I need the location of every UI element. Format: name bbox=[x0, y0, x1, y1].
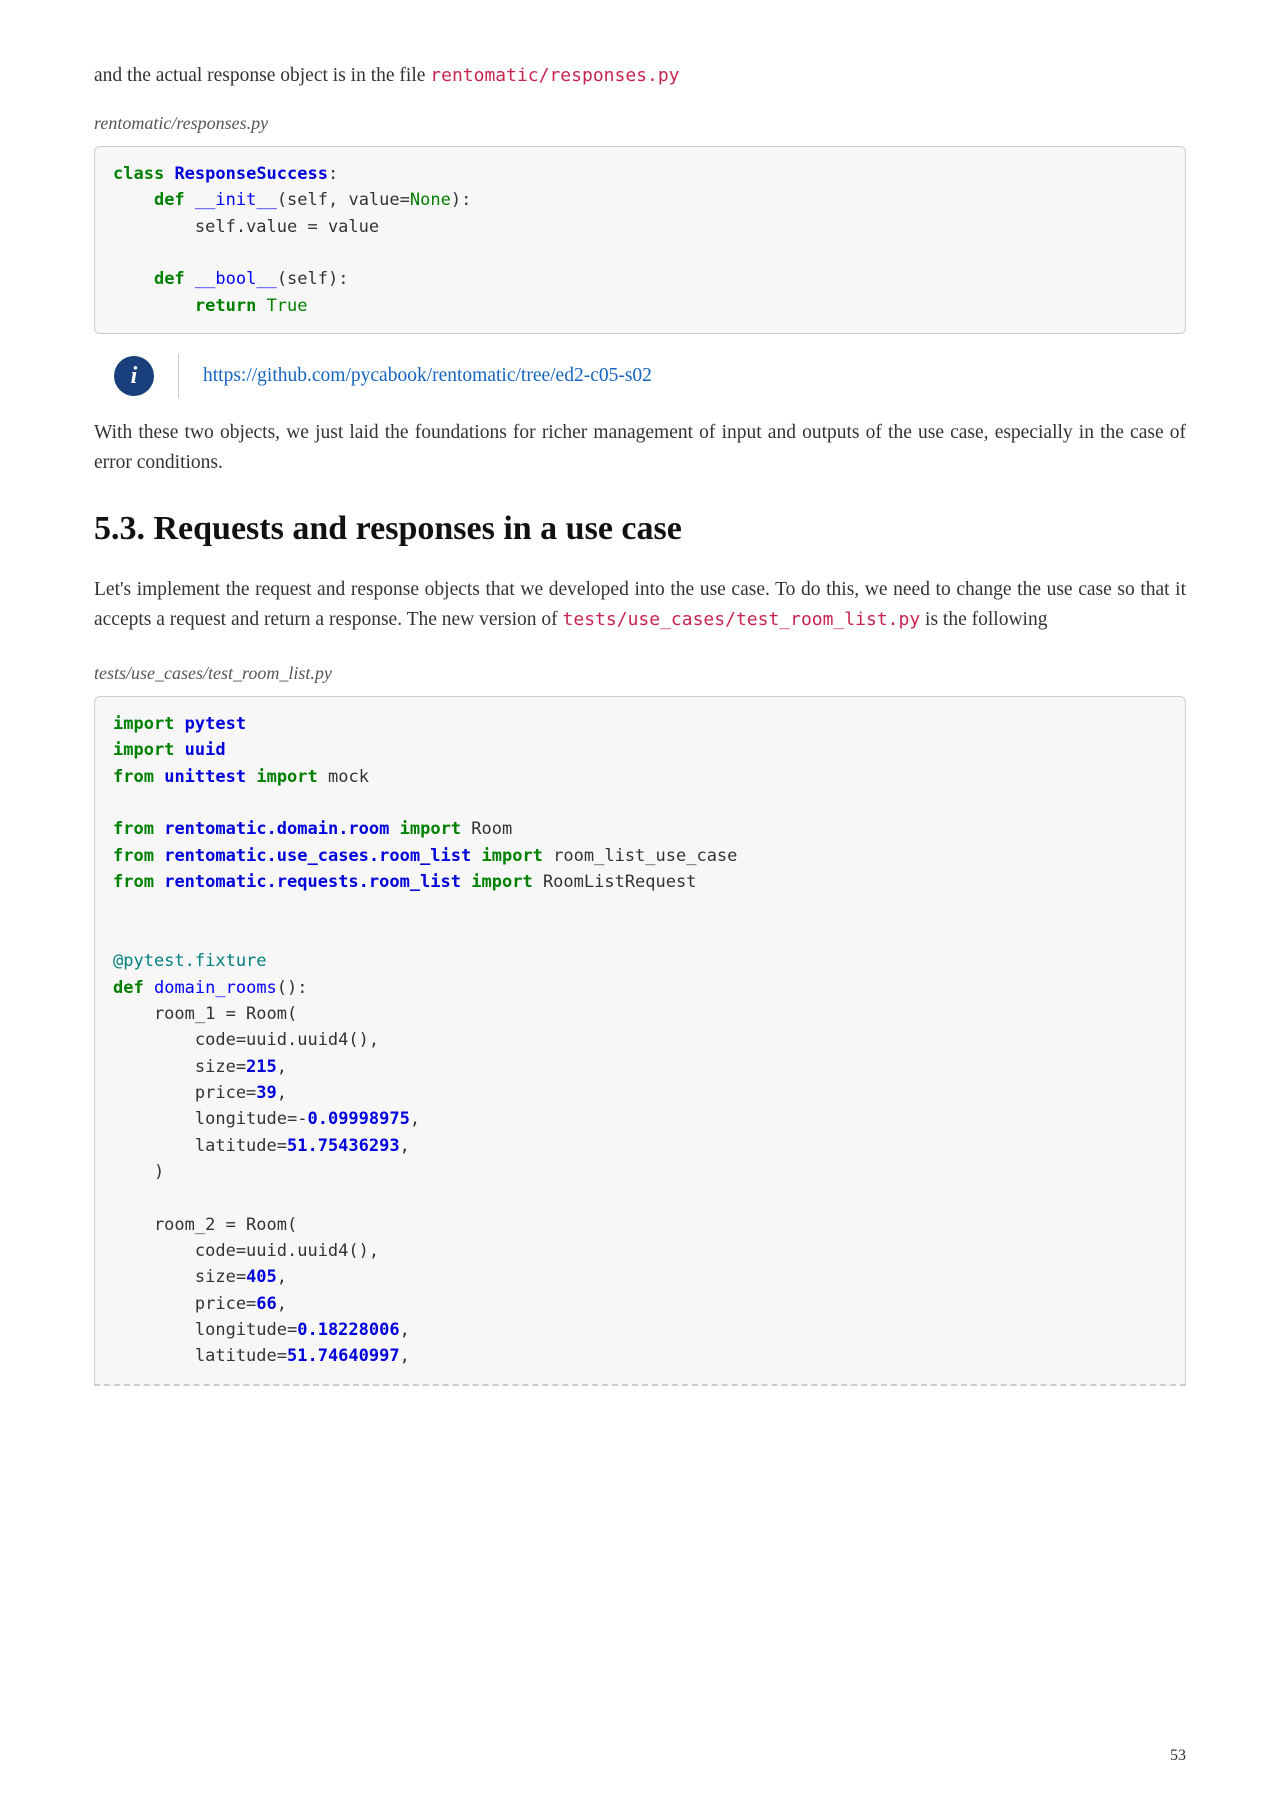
section-heading: 5.3. Requests and responses in a use cas… bbox=[94, 502, 1186, 556]
indent bbox=[113, 217, 195, 237]
comma: , bbox=[277, 1267, 287, 1287]
paragraph-after-info: With these two objects, we just laid the… bbox=[94, 418, 1186, 478]
kw-import: import bbox=[400, 819, 461, 839]
kw-import: import bbox=[113, 714, 174, 734]
comma: , bbox=[277, 1083, 287, 1103]
neg: - bbox=[297, 1109, 307, 1129]
comma: , bbox=[400, 1320, 410, 1340]
price-pre: price= bbox=[113, 1294, 256, 1314]
close-paren: ) bbox=[113, 1162, 164, 1182]
r1-lon: 0.09998975 bbox=[307, 1109, 409, 1129]
mod-req: rentomatic.requests.room_list bbox=[164, 872, 461, 892]
comma: , bbox=[400, 1346, 410, 1366]
comma: , bbox=[277, 1294, 287, 1314]
info-icon: i bbox=[114, 356, 154, 396]
size-pre: size= bbox=[113, 1057, 246, 1077]
intro-paragraph: and the actual response object is in the… bbox=[94, 60, 1186, 91]
id-room: Room bbox=[471, 819, 512, 839]
mod-uuid: uuid bbox=[185, 740, 226, 760]
close: ): bbox=[451, 190, 471, 210]
r1-assign: room_1 = Room( bbox=[113, 1004, 297, 1024]
kw-import: import bbox=[113, 740, 174, 760]
mod-pytest: pytest bbox=[185, 714, 246, 734]
size-pre: size= bbox=[113, 1267, 246, 1287]
para-text-b: is the following bbox=[920, 609, 1047, 630]
kw-from: from bbox=[113, 819, 154, 839]
indent bbox=[113, 296, 195, 316]
r1-price: 39 bbox=[256, 1083, 276, 1103]
info-callout: i https://github.com/pycabook/rentomatic… bbox=[94, 354, 1186, 398]
indent bbox=[113, 269, 154, 289]
r1-lat: 51.75436293 bbox=[287, 1136, 400, 1156]
keyword-class: class bbox=[113, 164, 164, 184]
comma: , bbox=[400, 1136, 410, 1156]
id-mock: mock bbox=[328, 767, 369, 787]
id-uc: room_list_use_case bbox=[553, 846, 737, 866]
kw-from: from bbox=[113, 846, 154, 866]
r2-assign: room_2 = Room( bbox=[113, 1215, 297, 1235]
code-kw: code=uuid.uuid4(), bbox=[113, 1030, 379, 1050]
info-glyph: i bbox=[131, 357, 138, 395]
keyword-def: def bbox=[154, 190, 185, 210]
sig: (self, value= bbox=[277, 190, 410, 210]
kw-import: import bbox=[256, 767, 317, 787]
mod-unittest: unittest bbox=[164, 767, 246, 787]
lon-pre: longitude= bbox=[113, 1109, 297, 1129]
fn-sig: (): bbox=[277, 978, 308, 998]
decorator: @pytest.fixture bbox=[113, 951, 267, 971]
mod-room: rentomatic.domain.room bbox=[164, 819, 389, 839]
kw-from: from bbox=[113, 767, 154, 787]
kw-import: import bbox=[471, 872, 532, 892]
colon: : bbox=[328, 164, 338, 184]
para-inline-code: tests/use_cases/test_room_list.py bbox=[563, 609, 921, 630]
fn-bool: __bool__ bbox=[195, 269, 277, 289]
r2-lat: 51.74640997 bbox=[287, 1346, 400, 1366]
section-intro-paragraph: Let's implement the request and response… bbox=[94, 575, 1186, 635]
kw-import: import bbox=[482, 846, 543, 866]
lat-pre: latitude= bbox=[113, 1346, 287, 1366]
intro-inline-code: rentomatic/responses.py bbox=[430, 65, 679, 86]
divider bbox=[178, 354, 179, 398]
keyword-return: return bbox=[195, 296, 256, 316]
price-pre: price= bbox=[113, 1083, 256, 1103]
id-req: RoomListRequest bbox=[543, 872, 697, 892]
fn-domain-rooms: domain_rooms bbox=[154, 978, 277, 998]
code-kw: code=uuid.uuid4(), bbox=[113, 1241, 379, 1261]
class-name: ResponseSuccess bbox=[174, 164, 328, 184]
code-block-1: class ResponseSuccess: def __init__(self… bbox=[94, 146, 1186, 334]
sig: (self): bbox=[277, 269, 349, 289]
kw-def: def bbox=[113, 978, 144, 998]
intro-text-prefix: and the actual response object is in the… bbox=[94, 65, 430, 86]
r1-size: 215 bbox=[246, 1057, 277, 1077]
code-block-2: import pytest import uuid from unittest … bbox=[94, 696, 1186, 1386]
none-literal: None bbox=[410, 190, 451, 210]
page-number: 53 bbox=[1170, 1743, 1186, 1769]
true-literal: True bbox=[267, 296, 308, 316]
kw-from: from bbox=[113, 872, 154, 892]
r2-price: 66 bbox=[256, 1294, 276, 1314]
fn-init: __init__ bbox=[195, 190, 277, 210]
listing-2-title: tests/use_cases/test_room_list.py bbox=[94, 659, 1186, 688]
lat-pre: latitude= bbox=[113, 1136, 287, 1156]
r2-size: 405 bbox=[246, 1267, 277, 1287]
space bbox=[256, 296, 266, 316]
lon-pre: longitude= bbox=[113, 1320, 297, 1340]
keyword-def: def bbox=[154, 269, 185, 289]
info-link[interactable]: https://github.com/pycabook/rentomatic/t… bbox=[203, 360, 652, 391]
comma: , bbox=[277, 1057, 287, 1077]
listing-1-title: rentomatic/responses.py bbox=[94, 109, 1186, 138]
r2-lon: 0.18228006 bbox=[297, 1320, 399, 1340]
mod-uc: rentomatic.use_cases.room_list bbox=[164, 846, 471, 866]
body: self.value = value bbox=[195, 217, 379, 237]
comma: , bbox=[410, 1109, 420, 1129]
indent bbox=[113, 190, 154, 210]
